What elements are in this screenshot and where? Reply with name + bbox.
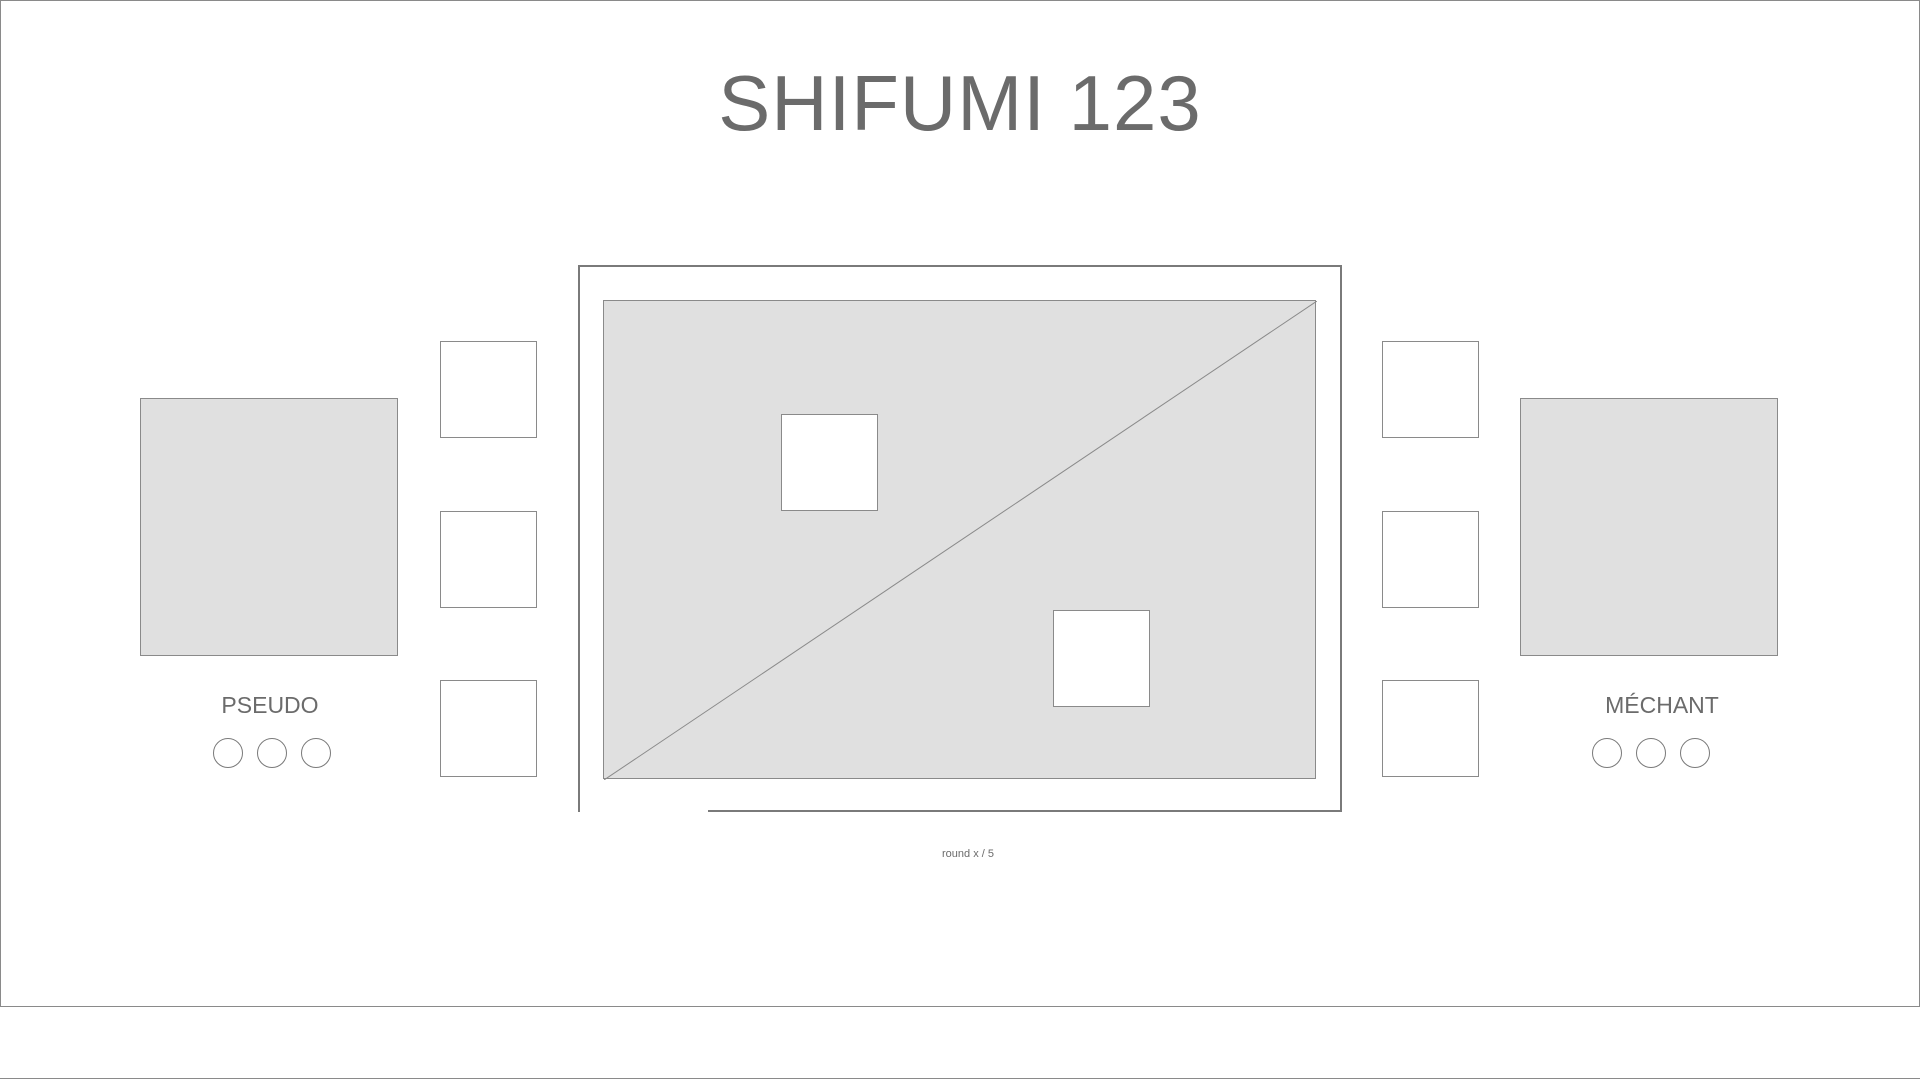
player-choice-button-1[interactable] xyxy=(440,341,537,438)
opponent-name: MÉCHANT xyxy=(1605,692,1719,718)
player-life-indicator xyxy=(257,738,287,768)
opponent-choice-3 xyxy=(1382,680,1479,777)
opponent-life-indicator xyxy=(1592,738,1622,768)
player-lives xyxy=(213,738,331,768)
round-counter: round x / 5 xyxy=(942,848,994,860)
opponent-life-indicator xyxy=(1680,738,1710,768)
arena-image-placeholder xyxy=(603,300,1317,780)
player-life-indicator xyxy=(213,738,243,768)
game-title: SHIFUMI 123 xyxy=(718,59,1202,147)
opponent-lives xyxy=(1592,738,1710,768)
opponent-choice-1 xyxy=(1382,341,1479,438)
player-name: PSEUDO xyxy=(221,692,319,718)
opponent-choice-2 xyxy=(1382,511,1479,608)
opponent-pick-slot xyxy=(1053,610,1150,707)
player-choice-button-2[interactable] xyxy=(440,511,537,608)
opponent-avatar xyxy=(1520,398,1778,656)
player-pick-slot xyxy=(781,414,878,511)
opponent-life-indicator xyxy=(1636,738,1666,768)
divider xyxy=(0,1078,1920,1079)
player-choice-button-3[interactable] xyxy=(440,680,537,777)
arena-diagonal xyxy=(604,301,1317,780)
player-life-indicator xyxy=(301,738,331,768)
player-avatar xyxy=(140,398,398,656)
